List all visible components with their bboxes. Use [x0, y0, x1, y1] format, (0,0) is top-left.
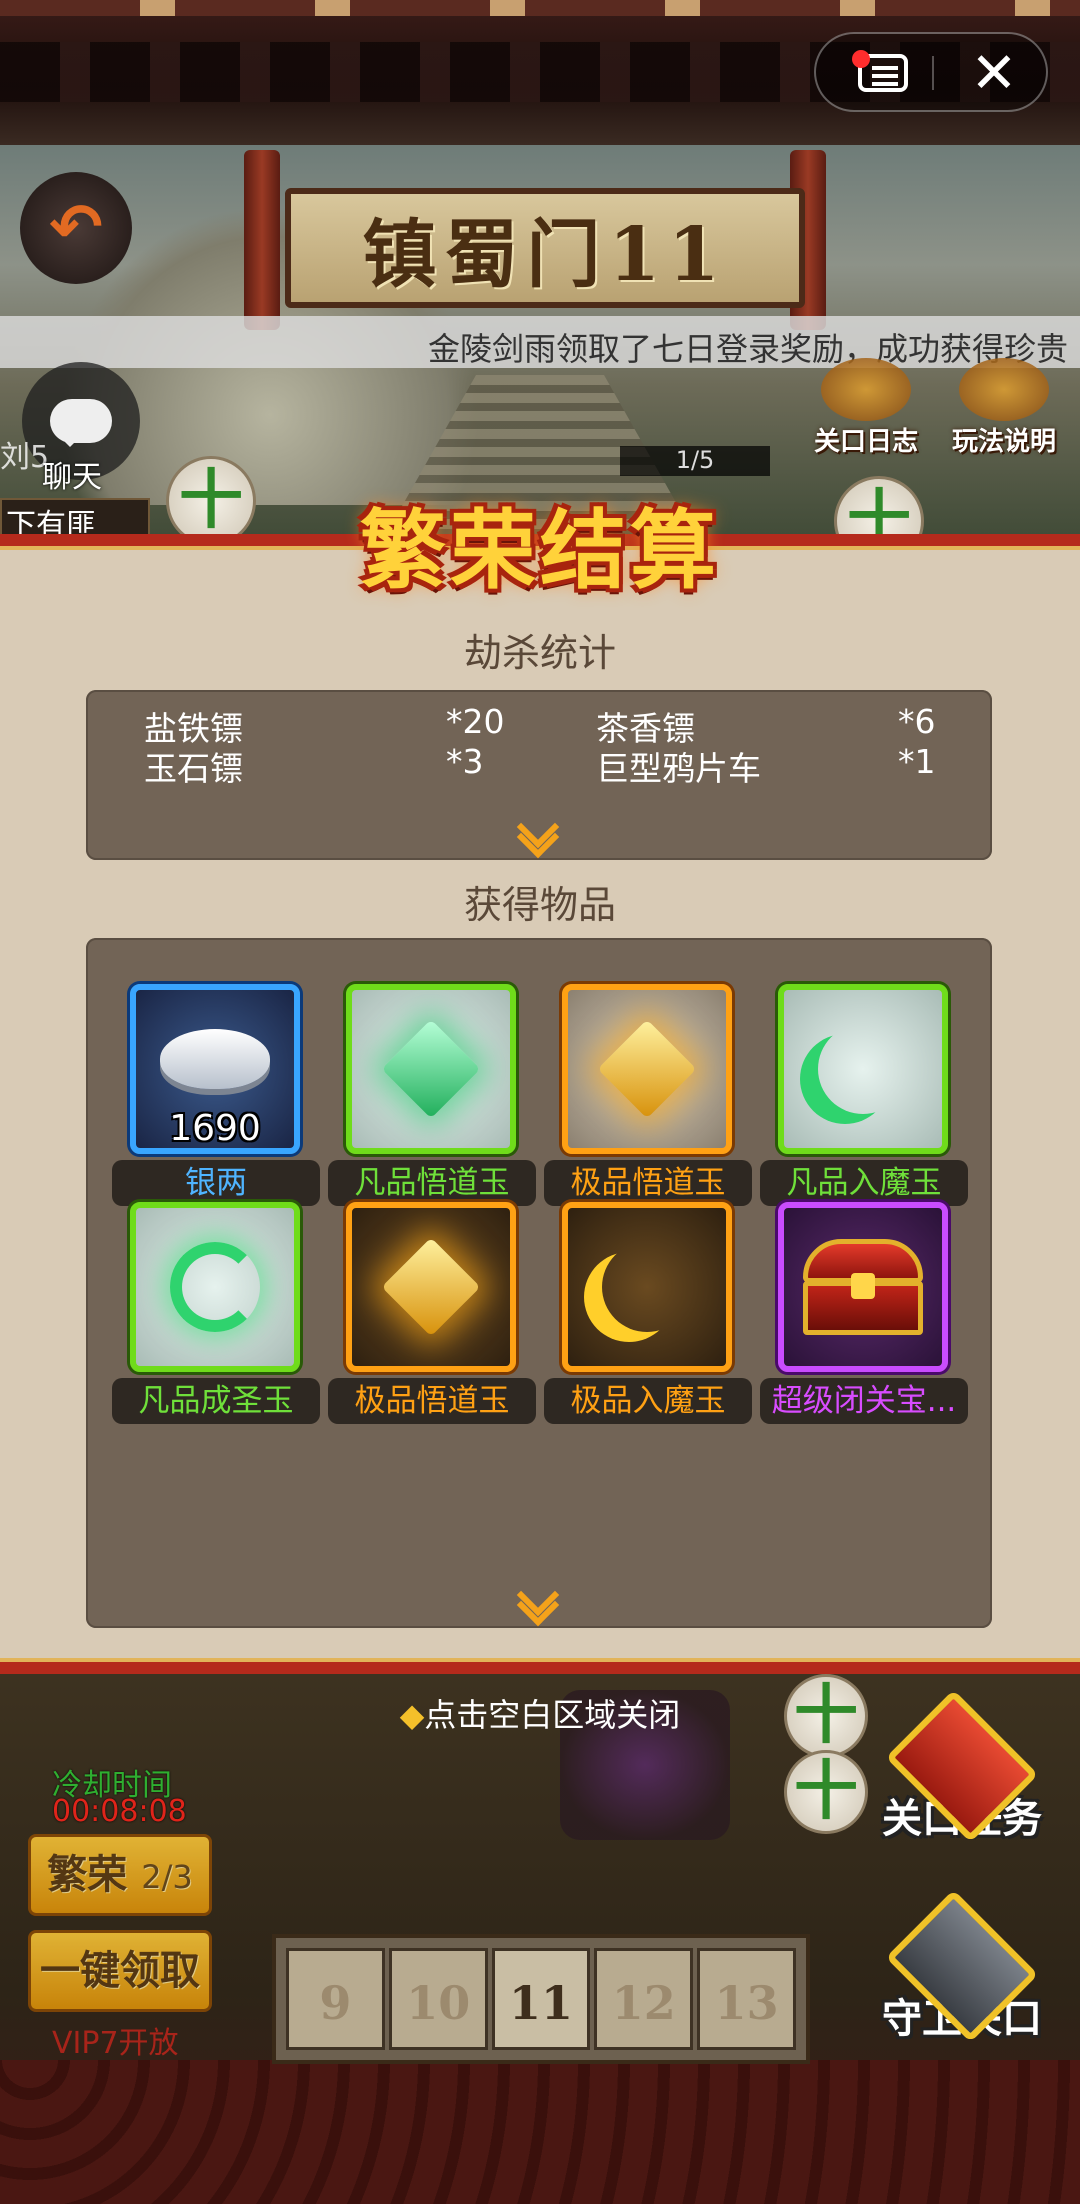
reward-item[interactable]: 1690 银两: [112, 984, 320, 1206]
item-frame: [346, 984, 516, 1154]
rules-label: 玩法说明: [951, 427, 1056, 457]
plus-button-bottom-2[interactable]: 十: [784, 1750, 868, 1834]
robbery-section-title: 劫杀统计: [463, 631, 616, 675]
sign-post-left: [244, 150, 280, 330]
item-name: 极品悟道玉: [328, 1378, 536, 1424]
level-tile[interactable]: 10: [388, 1948, 488, 2050]
gold-gem-icon: [381, 1237, 481, 1337]
floor-pattern: [0, 2060, 1080, 2204]
vip-requirement-text: VIP7开放: [52, 2026, 179, 2061]
back-arrow-icon: ↶: [49, 191, 103, 265]
item-frame: [778, 984, 948, 1154]
items-panel: 1690 银两 凡品悟道玉 极品悟道玉 凡品入魔玉 凡品成圣玉 极品悟道玉 极品…: [86, 938, 992, 1628]
expand-chevron-icon[interactable]: [514, 1586, 564, 1620]
item-frame: [562, 984, 732, 1154]
item-name: 凡品成圣玉: [112, 1378, 320, 1424]
claim-all-button[interactable]: 一键领取: [28, 1930, 212, 2012]
level-tile[interactable]: 13: [697, 1948, 796, 2050]
close-hint[interactable]: ◆点击空白区域关闭: [0, 1690, 1080, 1736]
close-icon: ✕: [970, 41, 1018, 106]
rules-button[interactable]: 玩法说明: [934, 358, 1074, 458]
stat-name: 玉石镖: [144, 749, 243, 788]
modal-title: 繁荣结算: [360, 501, 720, 601]
item-name: 凡品悟道玉: [328, 1160, 536, 1206]
item-frame: [562, 1202, 732, 1372]
stat-count: *6: [898, 702, 936, 741]
pass-sign-title: 镇蜀门11: [362, 211, 728, 298]
plus-icon: 十: [794, 1755, 858, 1829]
item-name: 超级闭关宝...: [760, 1378, 968, 1424]
close-hint-text: 点击空白区域关闭: [424, 1696, 681, 1734]
prosperity-button[interactable]: 繁荣 2/3: [28, 1834, 212, 1916]
reward-item[interactable]: 凡品悟道玉: [328, 984, 536, 1206]
chest-lock: [851, 1273, 875, 1299]
item-frame: [346, 1202, 516, 1372]
menu-line: [872, 66, 898, 70]
book-icon: [959, 358, 1049, 421]
reward-item[interactable]: 凡品入魔玉: [760, 984, 968, 1206]
gold-gem-icon: [597, 1019, 697, 1119]
robbery-stats-panel: 盐铁镖 *20 茶香镖 *6 玉石镖 *3 巨型鸦片车 *1: [86, 690, 992, 860]
stat-count: *3: [446, 742, 484, 781]
item-name: 银两: [112, 1160, 320, 1206]
roof-beam: [0, 0, 1080, 16]
green-moon-icon: [818, 1024, 908, 1114]
pass-log-label: 关口日志: [813, 427, 918, 457]
item-frame: [130, 1202, 300, 1372]
item-name: 极品入魔玉: [544, 1378, 752, 1424]
page-indicator: 1/5: [620, 446, 770, 476]
items-section-title: 获得物品: [463, 883, 616, 927]
green-swirl-icon: [170, 1242, 260, 1332]
claim-all-label: 一键领取: [40, 1948, 200, 1994]
reward-item[interactable]: 超级闭关宝...: [760, 1202, 968, 1424]
reward-item[interactable]: 极品入魔玉: [544, 1202, 752, 1424]
level-selector: 9 10 11 12 13: [272, 1934, 810, 2064]
diamond-icon: ◆: [399, 1696, 425, 1734]
green-gem-icon: [381, 1019, 481, 1119]
level-tile[interactable]: 9: [286, 1948, 385, 2050]
prosperity-settlement-modal: 劫杀统计 盐铁镖 *20 茶香镖 *6 玉石镖 *3 巨型鸦片车 *1 获得物品…: [0, 534, 1080, 1674]
mini-program-controls: ✕: [814, 32, 1048, 112]
menu-line: [872, 74, 898, 78]
stat-count: *1: [898, 742, 936, 781]
silver-ingot-icon: [160, 1029, 270, 1089]
stat-count: *20: [446, 702, 505, 741]
stat-name: 巨型鸦片车: [596, 749, 761, 788]
menu-line: [872, 82, 898, 86]
guard-pass-button[interactable]: 守卫关口: [862, 1874, 1062, 2044]
item-name: 凡品入魔玉: [760, 1160, 968, 1206]
treasure-chest-icon: [803, 1239, 923, 1335]
chat-bubble-icon: [50, 399, 112, 447]
reward-item[interactable]: 极品悟道玉: [328, 1202, 536, 1424]
level-tile[interactable]: 12: [594, 1948, 694, 2050]
notification-dot: [852, 50, 870, 68]
menu-button[interactable]: [852, 48, 910, 96]
scroll-icon: [821, 358, 911, 421]
expand-chevron-icon[interactable]: [514, 818, 564, 852]
pass-log-button[interactable]: 关口日志: [796, 358, 936, 458]
prosperity-label: 繁荣: [47, 1852, 128, 1898]
pass-sign-board: 镇蜀门11: [285, 188, 805, 308]
reward-item[interactable]: 极品悟道玉: [544, 984, 752, 1206]
level-tile-current[interactable]: 11: [491, 1948, 591, 2050]
item-count: 1690: [169, 1108, 261, 1149]
cooldown-time: 00:08:08: [52, 1794, 187, 1829]
back-arrow-button[interactable]: ↶: [20, 172, 132, 284]
divider: [932, 56, 934, 90]
item-frame: [778, 1202, 948, 1372]
prosperity-count: 2/3: [141, 1858, 193, 1896]
reward-item[interactable]: 凡品成圣玉: [112, 1202, 320, 1424]
close-button[interactable]: ✕: [964, 44, 1024, 104]
item-name: 极品悟道玉: [544, 1160, 752, 1206]
gold-moon-icon: [602, 1242, 692, 1332]
